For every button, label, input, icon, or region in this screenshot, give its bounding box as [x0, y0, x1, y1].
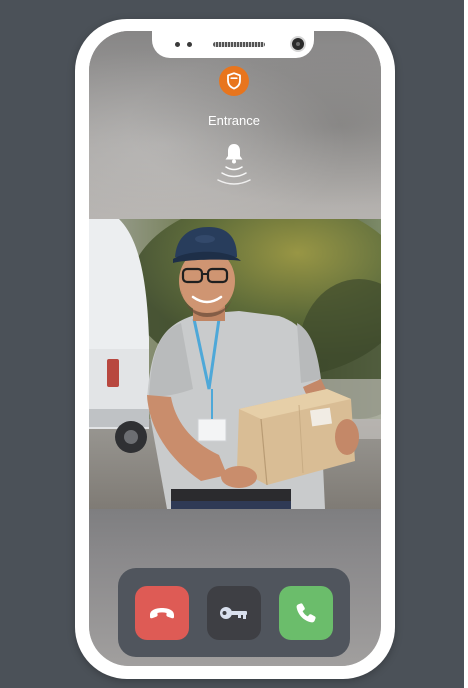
- accept-call-button[interactable]: [279, 586, 333, 640]
- app-logo-badge: [219, 66, 249, 96]
- phone-hangup-icon: [150, 608, 174, 619]
- video-frame-image: [89, 219, 381, 509]
- bell-ringing-icon: [217, 144, 251, 185]
- phone-answer-icon: [296, 603, 316, 623]
- front-camera: [290, 36, 306, 52]
- shield-icon: [227, 72, 241, 90]
- sensor-dot: [175, 42, 180, 47]
- key-icon: [220, 607, 247, 619]
- video-feed: [89, 219, 381, 509]
- unlock-door-button[interactable]: [207, 586, 261, 640]
- decline-call-button[interactable]: [135, 586, 189, 640]
- earpiece-speaker: [213, 42, 265, 47]
- sensor-dot: [187, 42, 192, 47]
- call-location-label: Entrance: [207, 113, 261, 128]
